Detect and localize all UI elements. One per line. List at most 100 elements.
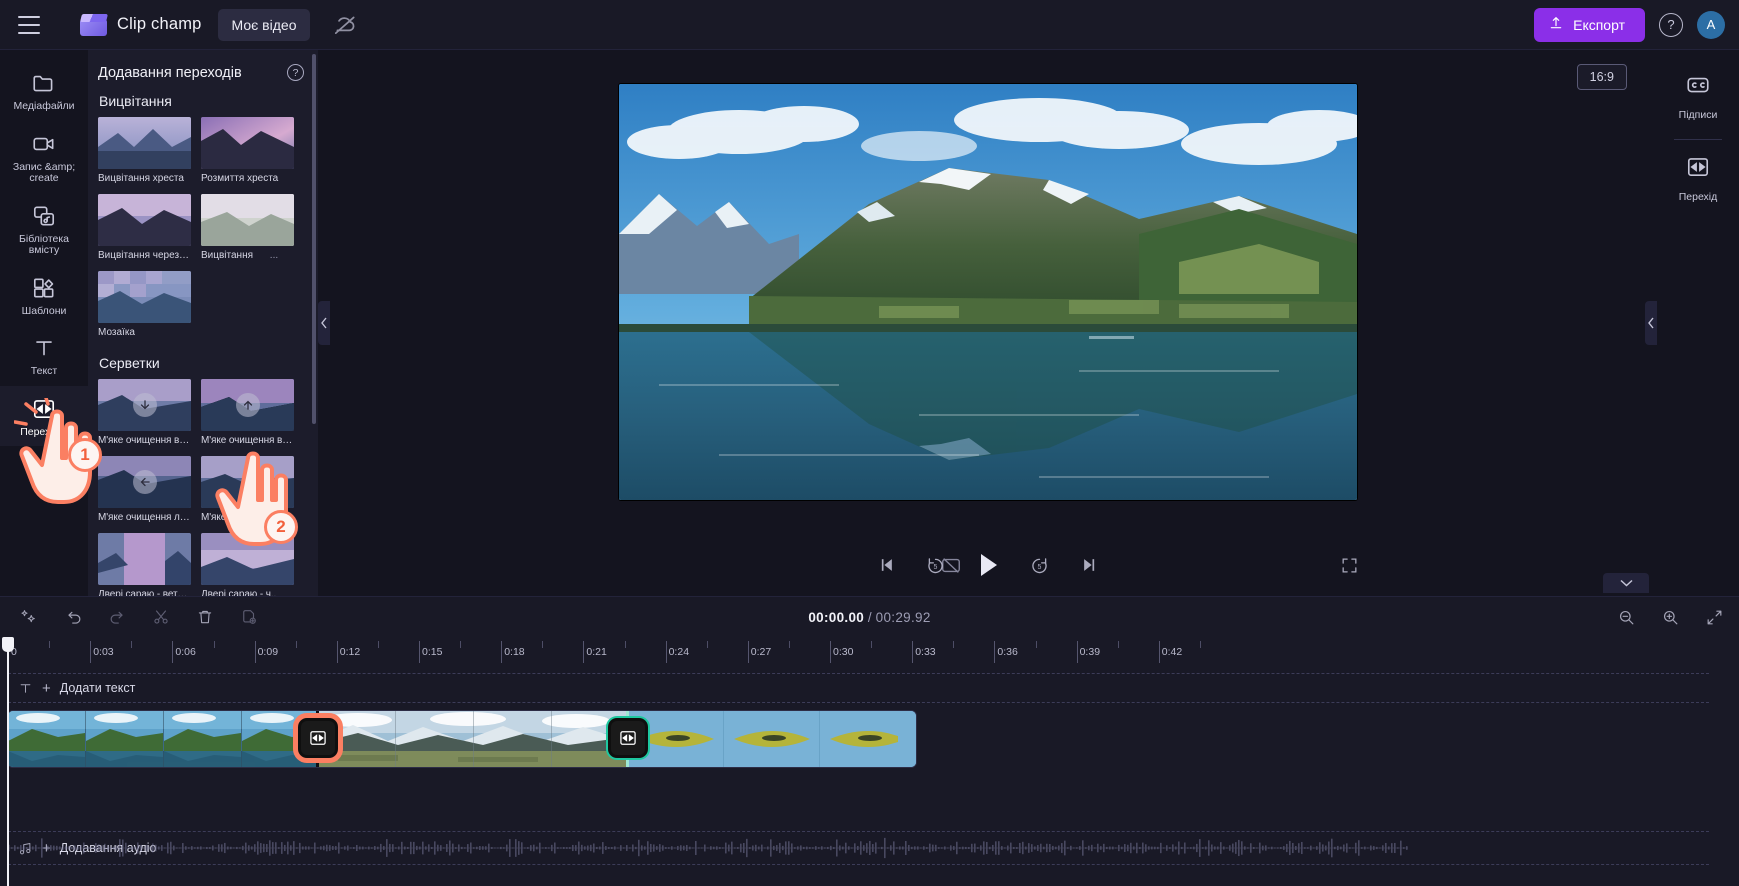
skip-next-icon[interactable] (1077, 552, 1103, 578)
panel-collapse-button[interactable] (318, 301, 330, 345)
video-preview[interactable] (618, 84, 1357, 500)
audio-waveform (8, 837, 1408, 859)
closed-captions-icon (1685, 72, 1711, 103)
zoom-out-icon[interactable] (1615, 606, 1637, 628)
rewind-5-icon[interactable]: 5 (923, 552, 949, 578)
ruler-tick-label: 0:36 (997, 646, 1018, 658)
sidebar-item-record-create[interactable]: Запис &amp; create (0, 121, 88, 193)
folder-icon (31, 70, 57, 96)
ruler-tick-minor (1035, 641, 1037, 648)
ruler-ticks: 0 0:03 0:06 0:09 0:12 0:15 0:18 0:21 0:24 0:27 0:3… (8, 637, 1739, 663)
panel-title: Додавання переходів (98, 64, 242, 81)
timeline-expand-button[interactable] (1603, 573, 1649, 593)
preview-collapse-button[interactable] (1645, 301, 1657, 345)
fullscreen-icon[interactable] (1336, 552, 1362, 578)
transition-label: Вицвітання ... (201, 249, 294, 262)
ruler-tick-minor (377, 641, 379, 648)
add-text-plus[interactable]: + (42, 680, 51, 697)
transition-marker-2[interactable] (611, 721, 645, 755)
playhead[interactable] (2, 637, 14, 886)
aspect-ratio-badge[interactable]: 16:9 (1576, 64, 1627, 90)
group-title-fades: Вицвітання (99, 93, 172, 109)
transition-item[interactable]: М'яке очищення ліворуч (98, 456, 191, 524)
right-item-captions[interactable]: Підписи (1678, 64, 1718, 125)
transition-item[interactable]: М'яке очищення вгору (201, 379, 294, 447)
help-circle-icon[interactable]: ? (1659, 12, 1683, 37)
play-icon[interactable] (973, 550, 1003, 580)
ruler-tick-minor (1117, 641, 1119, 648)
transition-item[interactable]: Мозаїка (98, 271, 191, 339)
ruler-tick-label: 0:18 (504, 646, 525, 658)
right-item-transition[interactable]: Перехід (1679, 146, 1717, 207)
transition-item[interactable]: Розмиття хреста (201, 117, 294, 185)
transition-thumbnail (98, 456, 191, 508)
clip-thumbnails-c (628, 711, 916, 767)
svg-text:5: 5 (934, 564, 938, 571)
help-circle-icon[interactable]: ? (287, 64, 304, 81)
upload-icon (1548, 15, 1564, 34)
timeline-time-display: 00:00.00 / 00:29.92 (0, 610, 1739, 625)
forward-5-icon[interactable]: 5 (1027, 552, 1053, 578)
arrow-left-icon (132, 470, 157, 494)
player-controls-bar: 5 5 (318, 534, 1657, 596)
sidebar-item-content-library[interactable]: Бібліотека вмісту (0, 193, 88, 265)
video-clip[interactable] (8, 711, 916, 767)
sidebar-item-media[interactable]: Медіафайли (0, 60, 88, 121)
panel-header: Додавання переходів ? (98, 64, 306, 81)
ruler-tick-label: 0:15 (422, 646, 443, 658)
timeline-tools (18, 606, 260, 628)
sidebar-item-transitions[interactable]: Переходи (0, 385, 88, 446)
magic-wand-icon[interactable] (18, 606, 40, 628)
left-nav-rail: Медіафайли Запис &amp; create Бібліотека… (0, 50, 88, 596)
ruler-tick-label: 0:30 (833, 646, 854, 658)
undo-icon[interactable] (62, 606, 84, 628)
time-separator: / (867, 609, 872, 625)
ruler-tick-minor (213, 641, 215, 648)
skip-previous-icon[interactable] (873, 552, 899, 578)
brand-name: Clip champ (117, 15, 202, 33)
total-time: 00:29.92 (875, 609, 931, 625)
timeline-toolbar: 00:00.00 / 00:29.92 (0, 573, 1739, 637)
panel-scrollbar[interactable] (312, 54, 316, 424)
ruler-tick-label: 0:27 (750, 646, 772, 658)
avatar[interactable]: A (1697, 10, 1725, 39)
transition-item[interactable]: Вицвітання хреста (98, 117, 191, 185)
add-text-label[interactable]: Додати текст (60, 681, 136, 695)
export-button[interactable]: Експорт (1534, 7, 1645, 42)
text-track[interactable]: + Додати текст (8, 673, 1709, 703)
transition-item[interactable]: М'яке очищення вниз (98, 379, 191, 447)
ruler-tick-label: 0:12 (339, 646, 361, 658)
fit-to-screen-icon[interactable] (1703, 606, 1725, 628)
redo-icon[interactable] (106, 606, 128, 628)
timeline-ruler[interactable]: 0 0:03 0:06 0:09 0:12 0:15 0:18 0:21 0:24 0:27 0:3… (0, 637, 1739, 886)
transition-thumbnail (201, 194, 294, 246)
transition-item[interactable]: Вицвітання через б... (98, 194, 191, 262)
transition-item[interactable]: Двері сараю - ветеринар (98, 533, 191, 596)
zoom-in-icon[interactable] (1659, 606, 1681, 628)
preview-area: 16:9 (318, 50, 1657, 534)
sidebar-item-text[interactable]: Текст (0, 325, 88, 386)
sidebar-item-label: Бібліотека вмісту (18, 232, 70, 256)
transition-label: Двері сараю - ветеринар (98, 589, 191, 596)
ruler-tick-minor (49, 641, 51, 648)
hamburger-icon[interactable] (0, 0, 58, 50)
transition-icon (1685, 154, 1711, 185)
right-item-label: Підписи (1678, 109, 1718, 121)
sidebar-item-templates[interactable]: Шаблони (0, 265, 88, 326)
transition-thumbnail (98, 117, 191, 169)
project-name-chip[interactable]: Моє відео (217, 8, 311, 41)
sidebar-item-label: Текст (30, 365, 58, 377)
cloud-off-icon[interactable] (332, 12, 358, 38)
transition-label: Розмиття хреста (201, 173, 279, 184)
delete-trash-icon[interactable] (194, 606, 216, 628)
transition-marker-1[interactable] (301, 721, 335, 755)
split-scissors-icon[interactable] (150, 606, 172, 628)
ruler-tick-minor (542, 641, 544, 648)
ruler-tick-minor (706, 641, 708, 648)
sidebar-item-label: Медіафайли (13, 100, 75, 112)
duplicate-icon[interactable] (238, 606, 260, 628)
audio-track[interactable]: + Додавання аудіо (8, 831, 1709, 865)
transition-item[interactable]: Вицвітання ... (201, 194, 294, 262)
transition-icon (31, 396, 57, 422)
transition-overflow-dots[interactable]: ... (270, 250, 278, 261)
